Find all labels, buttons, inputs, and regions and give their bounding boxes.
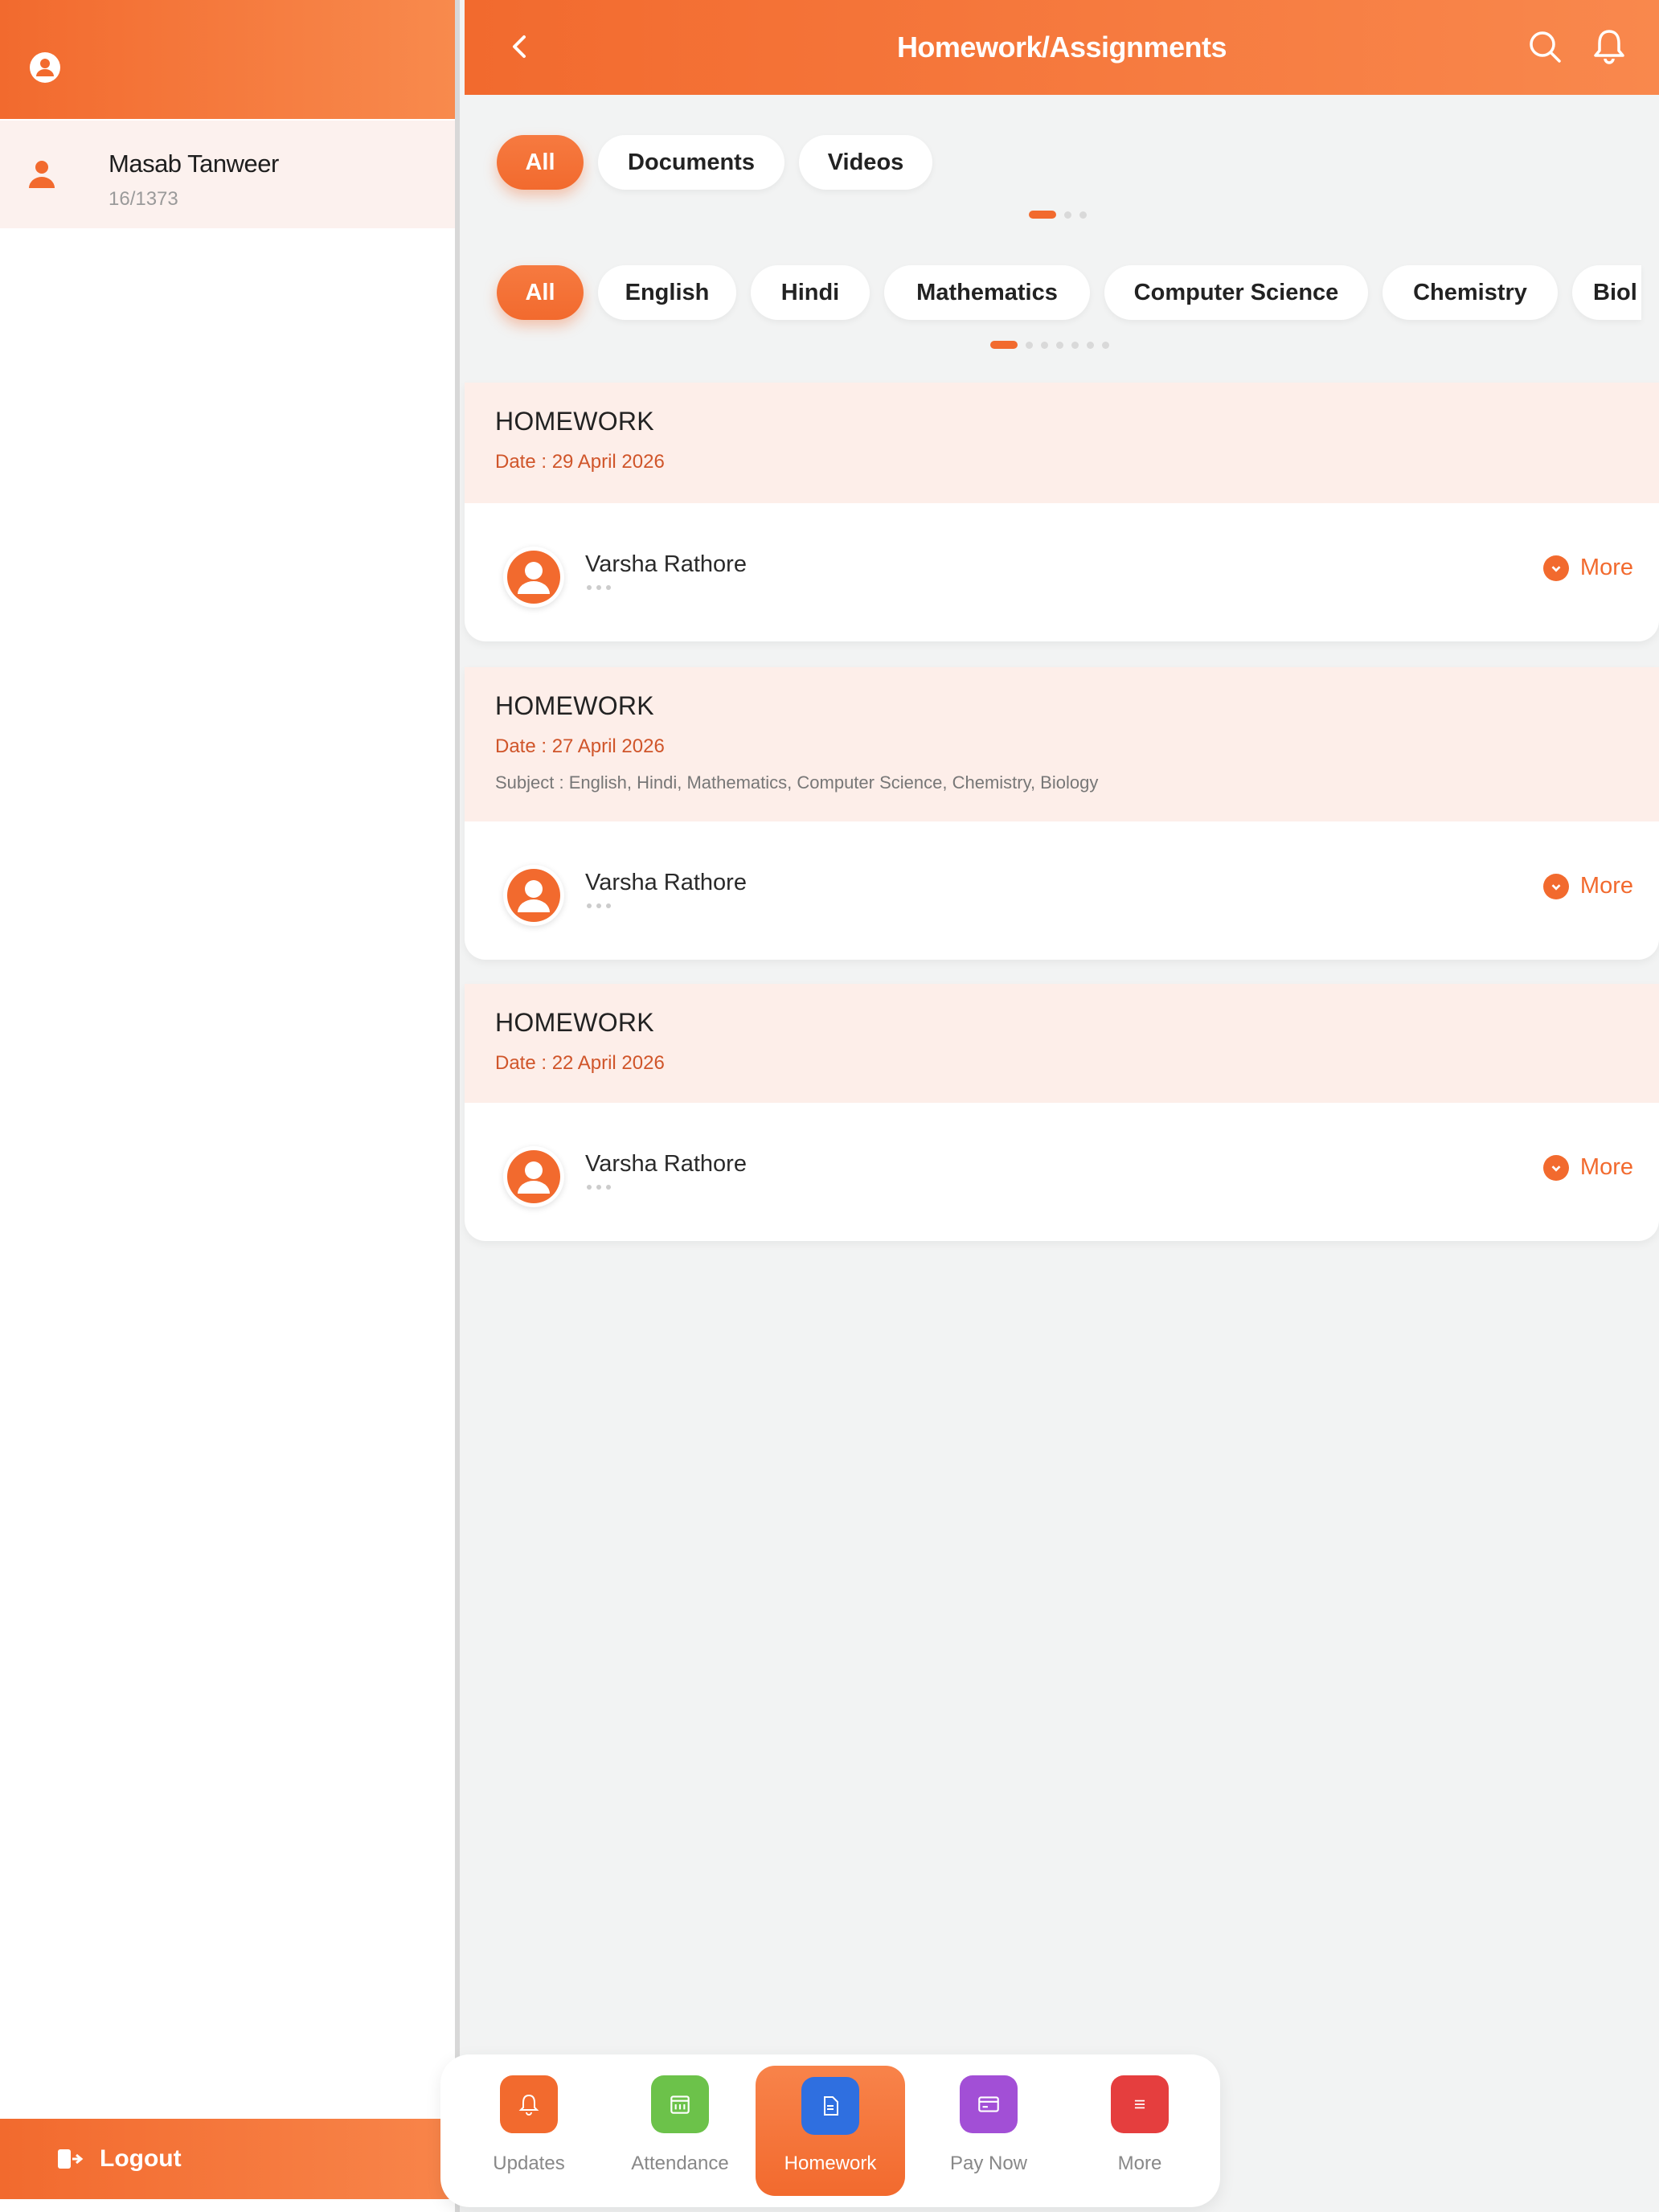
person-icon (507, 551, 560, 604)
pager-dot (1064, 211, 1071, 219)
pager-dot (1102, 341, 1109, 349)
homework-card[interactable]: HOMEWORK Date : 22 April 2026 Varsha Rat… (465, 984, 1659, 1241)
card-body: Varsha Rathore More (465, 821, 1659, 960)
nav-label: Homework (784, 2153, 877, 2174)
homework-card[interactable]: HOMEWORK Date : 27 April 2026 Subject : … (465, 667, 1659, 960)
subject-filter-row: All English Hindi Mathematics Computer S… (497, 265, 1641, 320)
teacher-name: Varsha Rathore (585, 870, 747, 895)
subject-chip-hindi[interactable]: Hindi (751, 265, 870, 320)
card-date: Date : 27 April 2026 (495, 735, 665, 757)
chevron-down-icon (1542, 1154, 1569, 1181)
app: Masab Tanweer 16/1373 Logout Homework/As… (0, 0, 1659, 2212)
nav-homework[interactable]: Homework (756, 2066, 905, 2196)
type-filter-row: All Documents Videos (497, 135, 932, 190)
subject-chip-english[interactable]: English (598, 265, 736, 320)
pager-dot (1029, 211, 1056, 219)
card-date: Date : 22 April 2026 (495, 1052, 665, 1074)
top-bar: Homework/Assignments (465, 0, 1659, 95)
subject-filter-pager (990, 341, 1109, 349)
more-label: More (1579, 873, 1633, 899)
teacher-avatar (503, 547, 564, 608)
pager-dot (1041, 341, 1048, 349)
profile-circle-icon[interactable] (29, 51, 61, 84)
pager-dot (1079, 211, 1087, 219)
chevron-down-icon (1542, 555, 1569, 581)
teacher-name: Varsha Rathore (585, 551, 747, 577)
nav-label: More (1117, 2153, 1162, 2174)
card-icon (960, 2075, 1018, 2133)
nav-label: Attendance (631, 2153, 729, 2174)
more-button[interactable]: More (1542, 1154, 1633, 1181)
subject-chip-chemistry[interactable]: Chemistry (1382, 265, 1558, 320)
nav-label: Pay Now (949, 2153, 1028, 2174)
card-header: HOMEWORK Date : 22 April 2026 (465, 984, 1659, 1103)
main-content: Homework/Assignments All Documents Video… (465, 0, 1659, 2212)
bottom-navigation: Updates Attendance Homework Pay Now More (440, 2054, 1220, 2207)
nav-label: Updates (493, 2153, 565, 2174)
pager-dot (1071, 341, 1079, 349)
sidebar-user-item[interactable]: Masab Tanweer 16/1373 (0, 121, 455, 228)
bell-icon (500, 2075, 558, 2133)
pager-dot (1087, 341, 1094, 349)
person-icon (507, 869, 560, 922)
calendar-icon (651, 2075, 709, 2133)
page-title: Homework/Assignments (896, 31, 1227, 63)
card-body: Varsha Rathore More (465, 503, 1659, 641)
ellipsis-dots (587, 585, 611, 590)
subject-chip-biology[interactable]: Biol (1572, 265, 1641, 320)
subject-chip-mathematics[interactable]: Mathematics (884, 265, 1090, 320)
document-icon (801, 2077, 859, 2135)
more-button[interactable]: More (1542, 873, 1633, 899)
teacher-name: Varsha Rathore (585, 1151, 747, 1177)
ellipsis-dots (587, 903, 611, 908)
type-chip-all[interactable]: All (497, 135, 584, 190)
pager-dot (990, 341, 1018, 349)
card-type: HOMEWORK (495, 407, 654, 436)
teacher-avatar (503, 1146, 564, 1207)
card-header: HOMEWORK Date : 29 April 2026 (465, 383, 1659, 503)
pager-dot (1026, 341, 1033, 349)
logout-label: Logout (100, 2145, 182, 2172)
card-subject: Subject : English, Hindi, Mathematics, C… (495, 772, 1099, 793)
type-chip-videos[interactable]: Videos (799, 135, 932, 190)
nav-updates[interactable]: Updates (457, 2054, 601, 2207)
ellipsis-dots (587, 1185, 611, 1190)
card-date: Date : 29 April 2026 (495, 451, 665, 473)
card-body: Varsha Rathore More (465, 1103, 1659, 1241)
notification-bell-icon[interactable] (1591, 27, 1627, 64)
search-icon[interactable] (1527, 29, 1563, 64)
more-label: More (1579, 1154, 1633, 1180)
nav-attendance[interactable]: Attendance (608, 2054, 752, 2207)
menu-icon (1111, 2075, 1169, 2133)
homework-card[interactable]: HOMEWORK Date : 29 April 2026 Varsha Rat… (465, 383, 1659, 641)
user-name: Masab Tanweer (109, 150, 279, 178)
sidebar-header (0, 0, 455, 119)
user-id: 16/1373 (109, 188, 178, 210)
card-type: HOMEWORK (495, 691, 654, 720)
nav-more[interactable]: More (1067, 2054, 1212, 2207)
card-header: HOMEWORK Date : 27 April 2026 Subject : … (465, 667, 1659, 821)
logout-icon (58, 2149, 84, 2169)
pager-dot (1056, 341, 1063, 349)
logout-button[interactable]: Logout (0, 2119, 455, 2199)
type-filter-pager (1029, 211, 1087, 219)
type-chip-documents[interactable]: Documents (598, 135, 784, 190)
subject-chip-all[interactable]: All (497, 265, 584, 320)
sidebar: Masab Tanweer 16/1373 Logout (0, 0, 460, 2212)
nav-pay-now[interactable]: Pay Now (916, 2054, 1061, 2207)
user-icon (29, 161, 55, 188)
more-button[interactable]: More (1542, 555, 1633, 581)
card-type: HOMEWORK (495, 1008, 654, 1037)
chevron-down-icon (1542, 873, 1569, 899)
more-label: More (1579, 555, 1633, 580)
person-icon (507, 1150, 560, 1203)
teacher-avatar (503, 865, 564, 926)
subject-chip-computer-science[interactable]: Computer Science (1104, 265, 1368, 320)
